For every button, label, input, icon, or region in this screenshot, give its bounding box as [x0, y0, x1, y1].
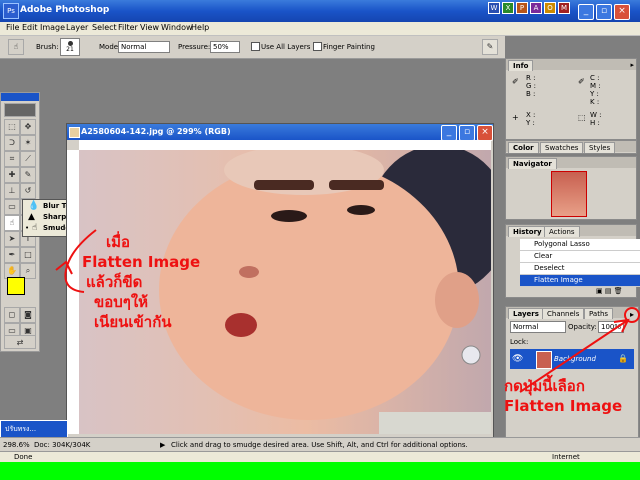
- left-arrow: [64, 229, 97, 293]
- annotation-arrows: [55, 229, 630, 393]
- right-arrow: [519, 319, 629, 393]
- left-arrow-head: [55, 260, 73, 275]
